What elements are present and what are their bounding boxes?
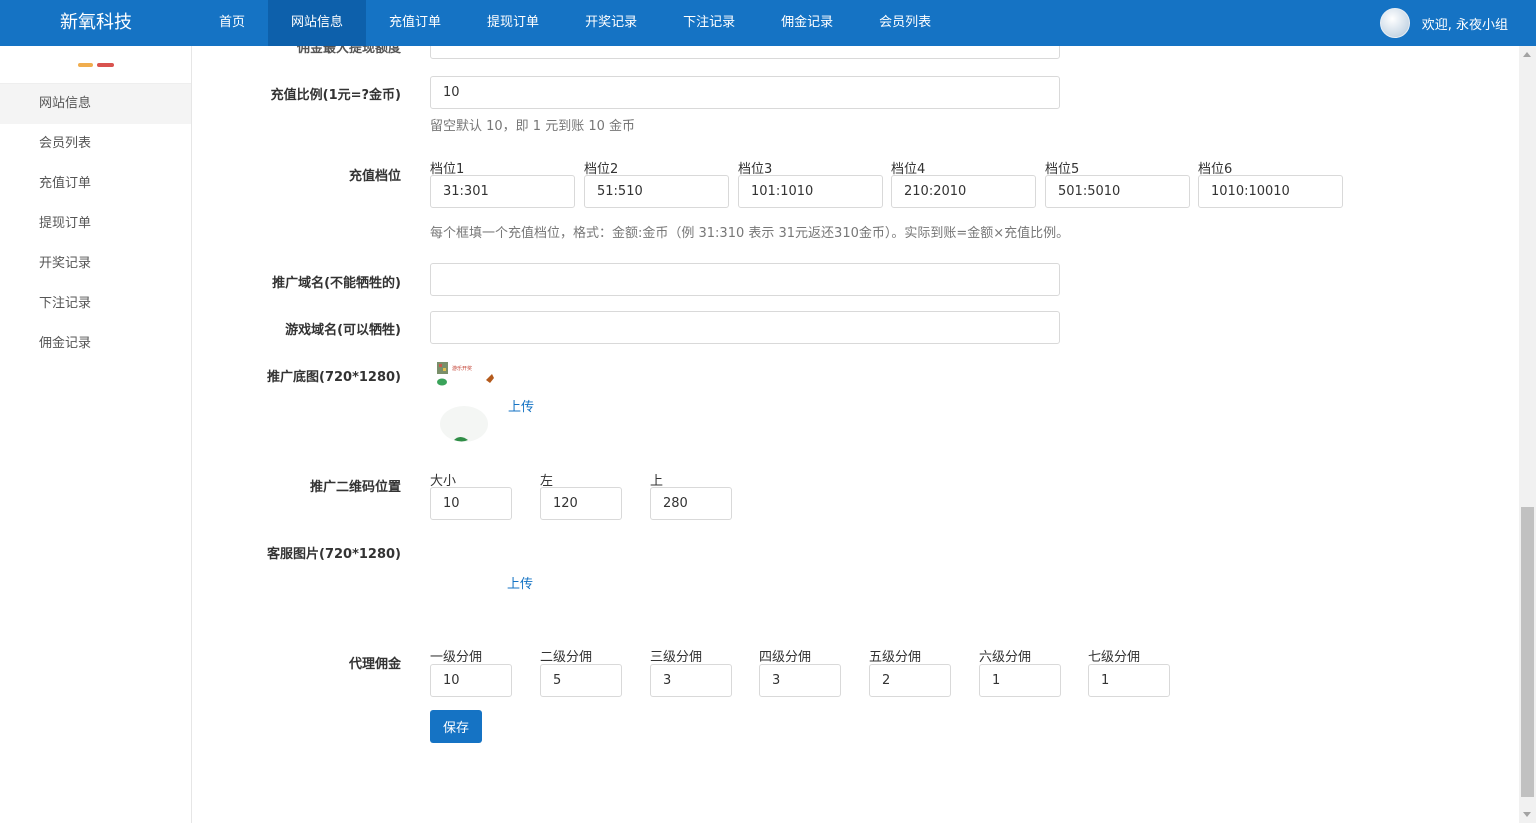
game-domain-input[interactable] (430, 311, 1060, 344)
service-image-label: 客服图片(720*1280) (267, 547, 401, 562)
recharge-tiers-label: 充值档位 (348, 169, 401, 184)
nav-item-recharge-orders[interactable]: 充值订单 (366, 0, 464, 46)
toggle-bar-icon (97, 63, 114, 67)
top-navbar: 新氧科技 首页 网站信息 充值订单 提现订单 开奖记录 下注记录 佣金记录 会员… (0, 0, 1536, 46)
qr-left-input[interactable] (540, 487, 622, 520)
tier-3-input[interactable] (738, 175, 883, 208)
save-button[interactable]: 保存 (430, 710, 482, 743)
scroll-down-arrow-icon[interactable] (1523, 812, 1531, 817)
page-scrollbar[interactable] (1519, 46, 1536, 823)
commission-level-1-caption: 一级分佣 (430, 650, 483, 665)
settings-form: 佣金最大提现额度 充值比例(1元=?金币) 留空默认 10，即 1 元到账 10… (192, 46, 1519, 823)
scroll-up-arrow-icon[interactable] (1523, 52, 1531, 57)
commission-level-5-input[interactable] (869, 664, 951, 697)
commission-level-3-caption: 三级分佣 (650, 650, 703, 665)
tier-2-input[interactable] (584, 175, 729, 208)
qr-size-input[interactable] (430, 487, 512, 520)
sidebar-item-lottery-records[interactable]: 开奖记录 (0, 244, 191, 284)
nav-item-commission-records[interactable]: 佣金记录 (758, 0, 856, 46)
toggle-bar-icon (78, 63, 93, 67)
welcome-text: 欢迎, 永夜小组 (1421, 17, 1508, 33)
sidebar-item-recharge-orders[interactable]: 充值订单 (0, 164, 191, 204)
promo-bg-thumb-text: 游乐开奖 (452, 365, 472, 372)
tier-6-input[interactable] (1198, 175, 1343, 208)
commission-level-2-caption: 二级分佣 (540, 650, 593, 665)
commission-level-1-input[interactable] (430, 664, 512, 697)
sidebar-toggle[interactable] (0, 46, 191, 84)
service-image-upload-button[interactable]: 上传 (507, 573, 533, 592)
game-domain-label: 游戏域名(可以牺牲) (285, 323, 401, 338)
nav-item-lottery-records[interactable]: 开奖记录 (562, 0, 660, 46)
commission-level-7-caption: 七级分佣 (1088, 650, 1141, 665)
promo-bg-thumbnail: 游乐开奖 (434, 358, 504, 454)
brand-logo[interactable]: 新氧科技 (0, 0, 192, 46)
recharge-ratio-label: 充值比例(1元=?金币) (270, 88, 401, 103)
avatar[interactable] (1379, 8, 1410, 38)
sidebar-item-site-info[interactable]: 网站信息 (0, 84, 191, 124)
scrollbar-thumb[interactable] (1521, 507, 1534, 797)
sidebar-item-member-list[interactable]: 会员列表 (0, 124, 191, 164)
qr-position-label: 推广二维码位置 (309, 480, 401, 495)
qr-top-input[interactable] (650, 487, 732, 520)
promo-domain-input[interactable] (430, 263, 1060, 296)
recharge-ratio-hint: 留空默认 10，即 1 元到账 10 金币 (430, 119, 636, 134)
nav-item-site-info[interactable]: 网站信息 (268, 0, 367, 46)
commission-level-6-caption: 六级分佣 (979, 650, 1032, 665)
max-withdraw-label: 佣金最大提现额度 (296, 46, 401, 56)
commission-level-2-input[interactable] (540, 664, 622, 697)
tier-5-input[interactable] (1045, 175, 1190, 208)
sidebar: 网站信息 会员列表 充值订单 提现订单 开奖记录 下注记录 佣金记录 (0, 46, 192, 823)
commission-level-4-caption: 四级分佣 (759, 650, 812, 665)
tier-1-input[interactable] (430, 175, 575, 208)
sidebar-item-commission-records[interactable]: 佣金记录 (0, 324, 191, 364)
sidebar-item-withdraw-orders[interactable]: 提现订单 (0, 204, 191, 244)
nav-item-member-list[interactable]: 会员列表 (856, 0, 954, 46)
max-withdraw-input[interactable] (430, 46, 1060, 59)
tier-4-input[interactable] (891, 175, 1036, 208)
commission-level-6-input[interactable] (979, 664, 1061, 697)
nav-item-bet-records[interactable]: 下注记录 (660, 0, 758, 46)
nav-item-withdraw-orders[interactable]: 提现订单 (464, 0, 562, 46)
user-menu[interactable]: 欢迎, 永夜小组 (1379, 0, 1508, 46)
nav-item-home[interactable]: 首页 (196, 0, 268, 46)
agent-commission-label: 代理佣金 (348, 657, 401, 672)
commission-level-7-input[interactable] (1088, 664, 1170, 697)
promo-domain-label: 推广域名(不能牺牲的) (272, 276, 401, 291)
recharge-ratio-input[interactable] (430, 76, 1060, 109)
main-nav: 首页 网站信息 充值订单 提现订单 开奖记录 下注记录 佣金记录 会员列表 (196, 0, 954, 46)
promo-bg-upload-button[interactable]: 上传 (508, 396, 534, 415)
recharge-tiers-hint: 每个框填一个充值档位，格式：金额:金币（例 31:310 表示 31元返还310… (430, 226, 1070, 241)
commission-level-4-input[interactable] (759, 664, 841, 697)
commission-level-3-input[interactable] (650, 664, 732, 697)
promo-bg-label: 推广底图(720*1280) (267, 370, 401, 385)
commission-level-5-caption: 五级分佣 (869, 650, 922, 665)
sidebar-item-bet-records[interactable]: 下注记录 (0, 284, 191, 324)
